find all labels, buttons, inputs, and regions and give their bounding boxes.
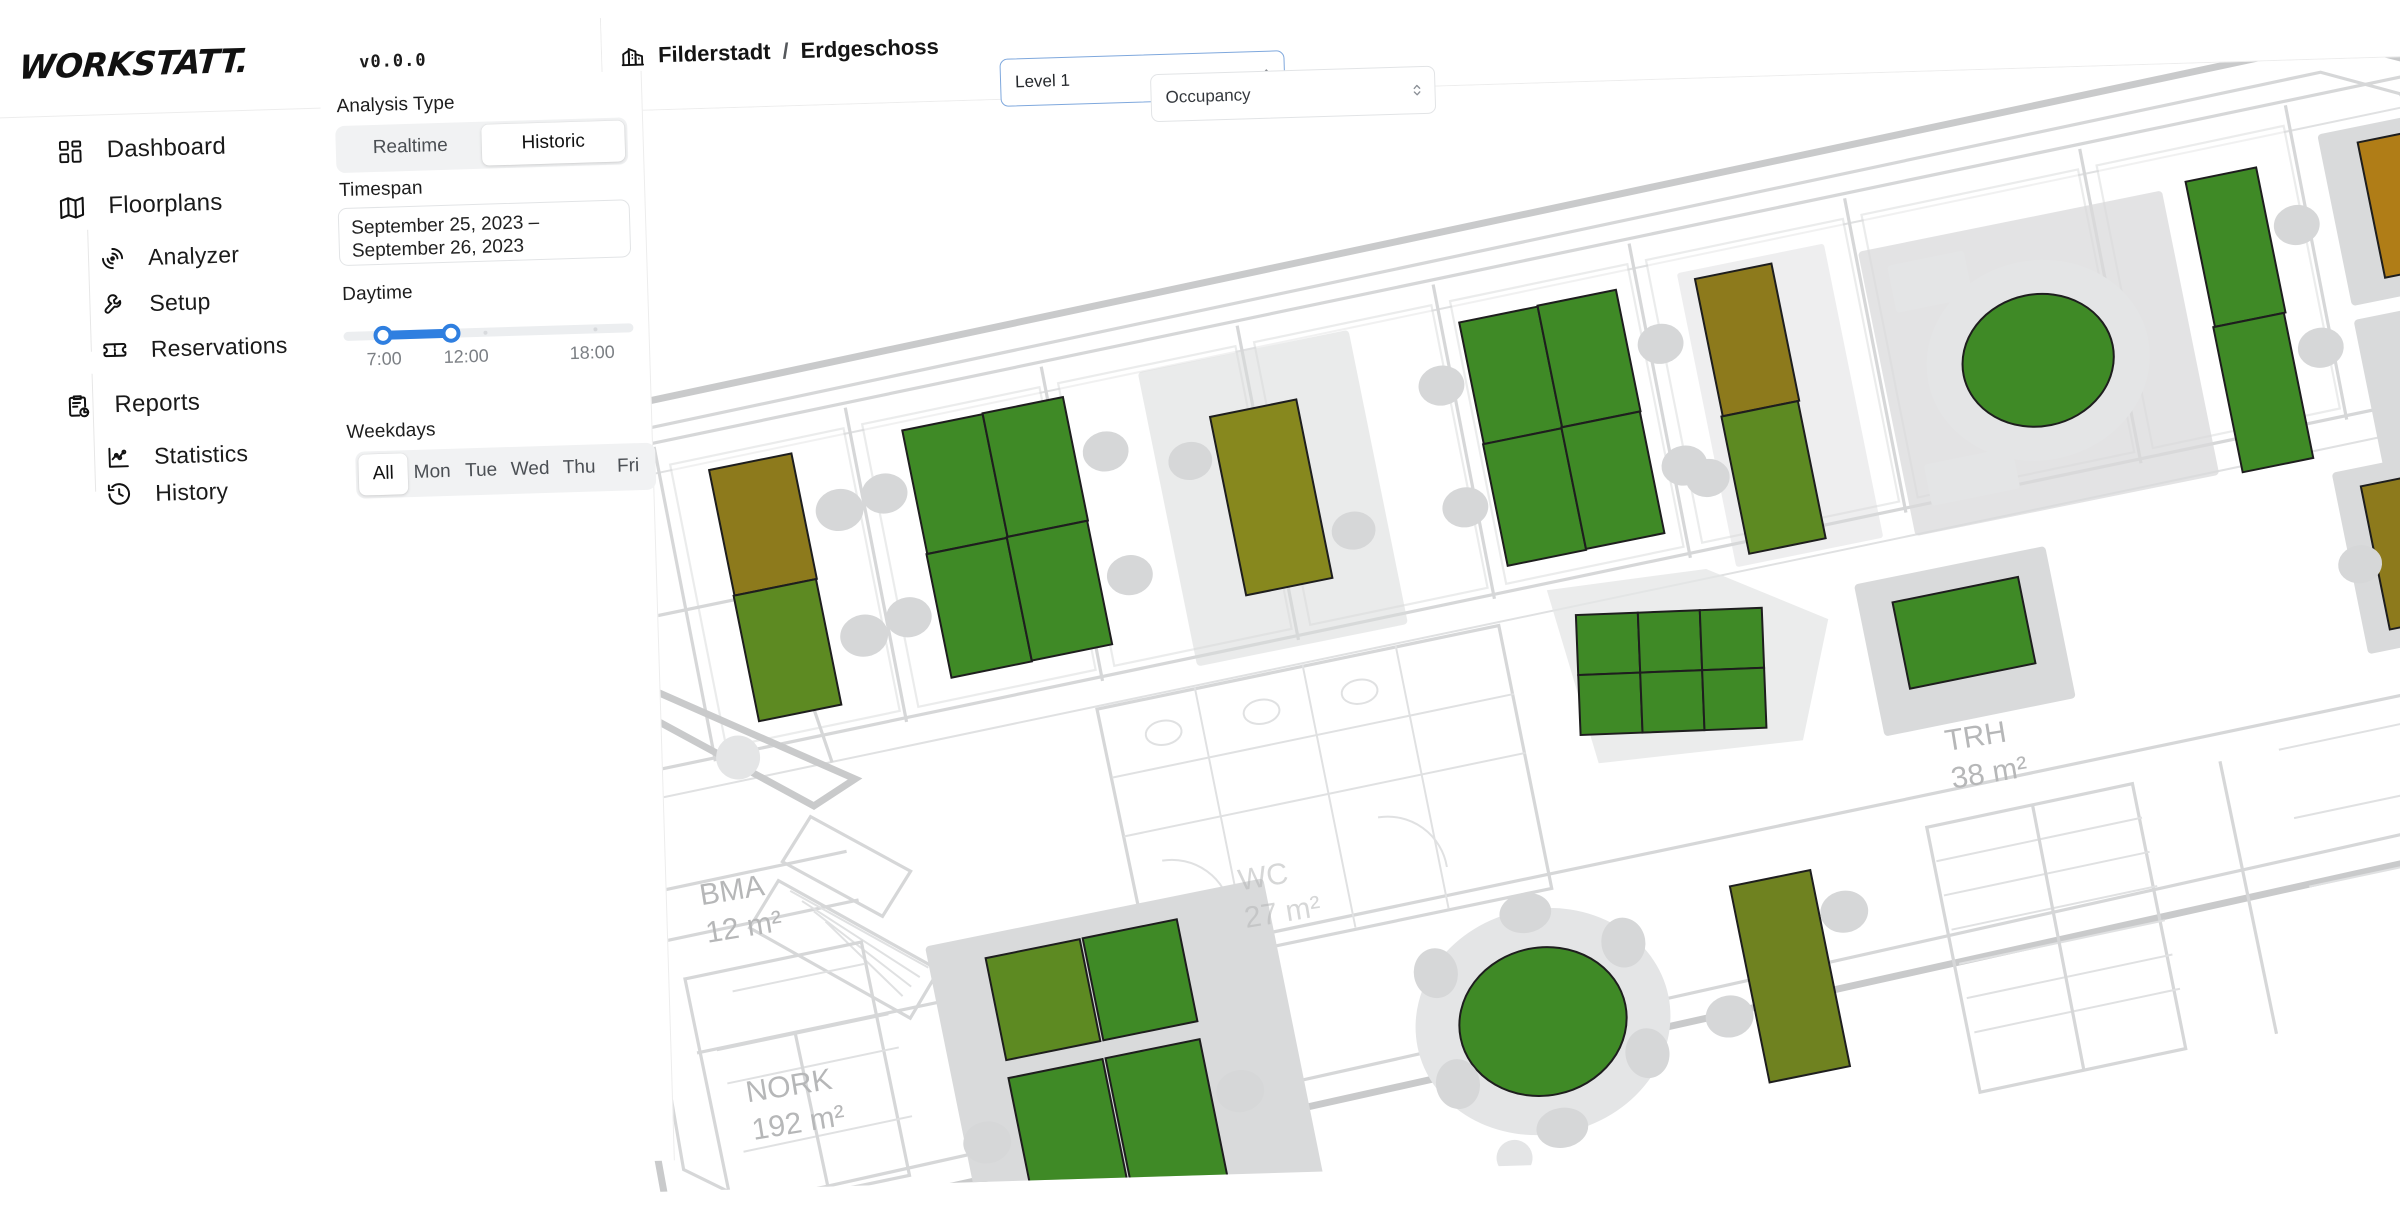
chevron-updown-icon (1410, 79, 1423, 101)
level-select-value: Level 1 (1014, 70, 1071, 92)
desk-group (1854, 546, 2076, 736)
desk-unit (1636, 609, 1704, 674)
stair-left (747, 878, 942, 1021)
slider-tick-label: 12:00 (443, 345, 490, 367)
weekday-option-fri[interactable]: Fri (603, 446, 653, 488)
metric-select-value: Occupancy (1165, 85, 1251, 107)
analysis-type-label: Analysis Type (336, 92, 455, 118)
layout-grid-icon (54, 136, 85, 167)
desk-group (1705, 868, 1869, 1084)
room-area: 12 m² (703, 905, 784, 950)
desk-unit (984, 937, 1102, 1062)
breadcrumb: Filderstadt / Erdgeschoss (620, 34, 939, 70)
slider-tick-label: 18:00 (569, 341, 615, 364)
slider-handle-start[interactable] (373, 325, 393, 346)
weekday-option-thu[interactable]: Thu (554, 447, 604, 489)
timespan-input[interactable]: September 25, 2023 – September 26, 2023 (337, 199, 632, 267)
weekday-option-wed[interactable]: Wed (505, 449, 555, 491)
metric-select[interactable]: Occupancy (1149, 65, 1437, 123)
desk-unit (1577, 671, 1644, 737)
room-labels: BMA 12 m² NORK 192 m² Technik 8 m² WC 27… (697, 716, 2030, 1147)
desk-unit (1574, 611, 1642, 677)
wrench-icon (99, 290, 128, 319)
slider-tick-label: 7:00 (366, 348, 403, 370)
map-icon (56, 192, 87, 223)
analysis-type-segmented[interactable]: Realtime Historic (335, 117, 629, 174)
page-canvas: WORKSTATT. v0.0.0 Dashboard Floorplans A… (0, 0, 2400, 1213)
slider-handle-end[interactable] (441, 323, 461, 344)
weekday-option-mon[interactable]: Mon (407, 452, 457, 494)
sidebar-item-label: History (154, 477, 229, 506)
desk-unit (1081, 918, 1199, 1042)
filter-panel: Analysis Type Realtime Historic Timespan… (319, 70, 675, 1171)
sidebar-item-label: Floorplans (108, 188, 223, 220)
sidebar-item-label: Analyzer (147, 240, 240, 270)
breadcrumb-separator: / (782, 38, 790, 64)
room-label: BMA (697, 869, 766, 912)
daytime-label: Daytime (341, 281, 413, 306)
app-version: v0.0.0 (358, 50, 427, 73)
floorplan-svg[interactable]: .w { fill:none; stroke:#c9cacb; stroke-w… (603, 56, 2400, 1193)
weekdays-segmented[interactable]: All Mon Tue Wed Thu Fri (355, 442, 657, 499)
desk-unit (1131, 1177, 1251, 1193)
analysis-type-option-historic[interactable]: Historic (481, 120, 626, 166)
breadcrumb-building[interactable]: Filderstadt (658, 39, 771, 68)
floorplan-canvas[interactable]: .w { fill:none; stroke:#c9cacb; stroke-w… (603, 56, 2400, 1193)
meeting-area-bottom (1413, 892, 1671, 1176)
room-label: WC (1236, 857, 1291, 898)
weekday-option-all[interactable]: All (358, 453, 409, 496)
weekdays-label: Weekdays (346, 419, 436, 443)
desk-unit (1639, 669, 1706, 734)
ticket-icon (100, 336, 129, 365)
sidebar-item-label: Reports (114, 388, 201, 419)
desk-group (1546, 568, 1829, 764)
app-logo: WORKSTATT. (17, 40, 250, 87)
weekday-option-tue[interactable]: Tue (456, 450, 506, 492)
chair (1705, 995, 1754, 1038)
desk-group (2317, 93, 2400, 492)
room-area: 38 m² (1949, 751, 2030, 796)
analysis-type-option-realtime[interactable]: Realtime (338, 125, 482, 170)
scan-eye-icon (98, 244, 127, 273)
timespan-label: Timespan (338, 177, 423, 202)
bottom-left-rooms (683, 940, 913, 1193)
slider-tick (593, 326, 598, 331)
chair (1820, 890, 1869, 933)
sidebar-item-label: Dashboard (106, 132, 227, 164)
desk-unit (1701, 666, 1768, 732)
breadcrumb-floor[interactable]: Erdgeschoss (800, 34, 939, 64)
sidebar-item-label: Setup (149, 287, 211, 316)
desk-unit (1698, 606, 1766, 672)
sidebar-item-label: Reservations (150, 331, 288, 362)
daytime-range-slider[interactable]: 7:00 12:00 18:00 (343, 314, 634, 369)
building-icon (620, 43, 647, 70)
slider-tick (483, 330, 488, 335)
history-clock-icon (105, 480, 134, 509)
clipboard-chart-icon (62, 391, 93, 422)
